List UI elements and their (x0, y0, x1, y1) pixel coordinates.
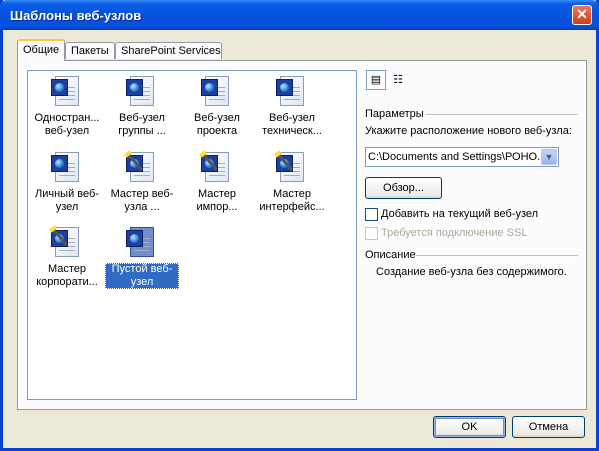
template-item[interactable]: Веб-узел проекта (180, 74, 254, 138)
close-button[interactable]: ✕ (572, 5, 592, 25)
web-page-icon (201, 74, 233, 108)
template-item[interactable]: Мастер корпорати... (30, 225, 104, 289)
ok-button[interactable]: OK (433, 416, 506, 438)
web-page-icon (51, 74, 83, 108)
template-label: Одностран... веб-узел (34, 112, 100, 137)
wizard-icon (276, 150, 308, 184)
details-view-button[interactable]: ☷ (388, 70, 408, 90)
description-heading: Описание (365, 249, 416, 261)
web-page-icon (51, 150, 83, 184)
web-page-icon (276, 74, 308, 108)
divider (426, 114, 578, 116)
template-item[interactable]: Мастер интерфейс... (255, 150, 329, 214)
template-item-selected[interactable]: Пустой веб-узел (105, 225, 179, 289)
location-value: C:\Documents and Settings\РОНО.9 (368, 151, 540, 163)
template-label: Мастер веб-узла ... (110, 188, 174, 213)
web-templates-dialog: Шаблоны веб-узлов ✕ Общие Пакеты SharePo… (0, 0, 599, 451)
params-heading: Параметры (365, 108, 424, 120)
template-label: Личный веб-узел (35, 188, 99, 213)
web-page-icon (126, 74, 158, 108)
location-combobox[interactable]: C:\Documents and Settings\РОНО.9 ▼ (365, 147, 559, 167)
template-item[interactable]: Личный веб-узел (30, 150, 104, 214)
chevron-down-icon[interactable]: ▼ (541, 149, 557, 165)
divider (416, 255, 578, 257)
ssl-label: Требуется подключение SSL (381, 227, 528, 239)
browse-button[interactable]: Обзор... (365, 177, 442, 199)
tab-general[interactable]: Общие (17, 39, 65, 61)
template-label: Веб-узел группы ... (118, 112, 166, 137)
add-to-current-checkbox[interactable] (365, 208, 378, 221)
template-item[interactable]: Мастер веб-узла ... (105, 150, 179, 214)
wizard-icon (51, 225, 83, 259)
cancel-button[interactable]: Отмена (512, 416, 585, 438)
wizard-icon (126, 150, 158, 184)
template-label: Веб-узел техническ... (262, 112, 322, 137)
template-item[interactable]: Веб-узел техническ... (255, 74, 329, 138)
tab-packages[interactable]: Пакеты (65, 42, 115, 59)
web-page-icon (126, 225, 158, 259)
template-item[interactable]: Одностран... веб-узел (30, 74, 104, 138)
large-icons-icon: ▤ (370, 74, 382, 86)
location-label: Укажите расположение нового веб-узла: (365, 125, 572, 137)
template-label: Веб-узел проекта (194, 112, 240, 137)
template-list[interactable]: Одностран... веб-узел Веб-узел группы ..… (27, 70, 357, 400)
template-label: Мастер импор... (196, 188, 238, 213)
large-icons-view-button[interactable]: ▤ (366, 70, 386, 90)
dialog-title: Шаблоны веб-узлов (10, 8, 142, 23)
close-icon: ✕ (576, 6, 588, 22)
description-text: Создание веб-узла без содержимого. (376, 266, 567, 278)
wizard-icon (201, 150, 233, 184)
template-label: Мастер корпорати... (36, 263, 98, 288)
template-label: Мастер интерфейс... (259, 188, 325, 213)
details-icon: ☷ (393, 74, 403, 86)
ssl-checkbox[interactable] (365, 227, 378, 240)
tab-panel: Одностран... веб-узел Веб-узел группы ..… (17, 60, 587, 410)
template-label: Пустой веб-узел (105, 263, 179, 289)
template-item[interactable]: Веб-узел группы ... (105, 74, 179, 138)
add-to-current-label: Добавить на текущий веб-узел (381, 208, 539, 220)
template-item[interactable]: Мастер импор... (180, 150, 254, 214)
tab-sharepoint-services[interactable]: SharePoint Services (115, 42, 222, 59)
title-bar[interactable]: Шаблоны веб-узлов ✕ (0, 0, 599, 30)
